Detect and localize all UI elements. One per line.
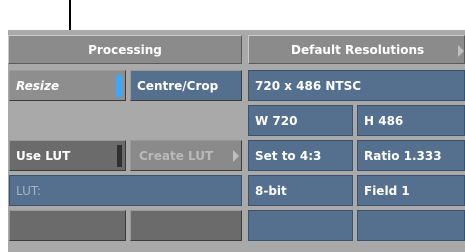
tab-arrow-icon (458, 45, 464, 57)
resize-button[interactable]: Resize (9, 70, 126, 101)
bit-depth-field[interactable]: 8-bit (248, 175, 353, 206)
resolution-preset-field[interactable]: 720 x 486 NTSC (248, 70, 465, 101)
use-lut-button-label: Use LUT (16, 148, 71, 163)
height-field[interactable]: H 486 (357, 105, 465, 136)
resize-button-label: Resize (16, 78, 60, 93)
tab-default-resolutions[interactable]: Default Resolutions (248, 35, 465, 64)
lower-field-right[interactable] (357, 210, 465, 241)
tab-processing-label: Processing (88, 42, 162, 57)
lower-button-left[interactable] (9, 210, 126, 241)
ratio-field[interactable]: Ratio 1.333 (357, 140, 465, 171)
ratio-value: Ratio 1.333 (364, 148, 442, 163)
height-value: H 486 (364, 113, 404, 128)
lut-field[interactable]: LUT: (9, 175, 242, 206)
set-aspect-label: Set to 4:3 (255, 148, 322, 163)
set-aspect-button[interactable]: Set to 4:3 (248, 140, 353, 171)
centre-crop-button-label: Centre/Crop (137, 78, 219, 93)
lower-button-middle[interactable] (130, 210, 242, 241)
resolution-preset-value: 720 x 486 NTSC (255, 78, 362, 93)
field-dominance-value: Field 1 (364, 183, 410, 198)
bit-depth-value: 8-bit (255, 183, 287, 198)
width-field[interactable]: W 720 (248, 105, 353, 136)
use-lut-button[interactable]: Use LUT (9, 140, 126, 171)
field-dominance-field[interactable]: Field 1 (357, 175, 465, 206)
tab-default-resolutions-label: Default Resolutions (291, 42, 425, 57)
centre-crop-button[interactable]: Centre/Crop (130, 70, 242, 101)
lut-field-label: LUT: (16, 183, 41, 198)
create-lut-button[interactable]: Create LUT (130, 140, 242, 171)
width-value: W 720 (255, 113, 298, 128)
processing-panel: Processing Default Resolutions Resize Ce… (8, 30, 465, 252)
active-indicator-icon (116, 75, 122, 97)
create-lut-button-label: Create LUT (139, 148, 214, 163)
tab-processing[interactable]: Processing (8, 35, 242, 64)
inactive-indicator-icon (117, 145, 122, 167)
submenu-arrow-icon (233, 150, 239, 162)
empty-slot (9, 105, 242, 136)
lower-field-left[interactable] (248, 210, 353, 241)
